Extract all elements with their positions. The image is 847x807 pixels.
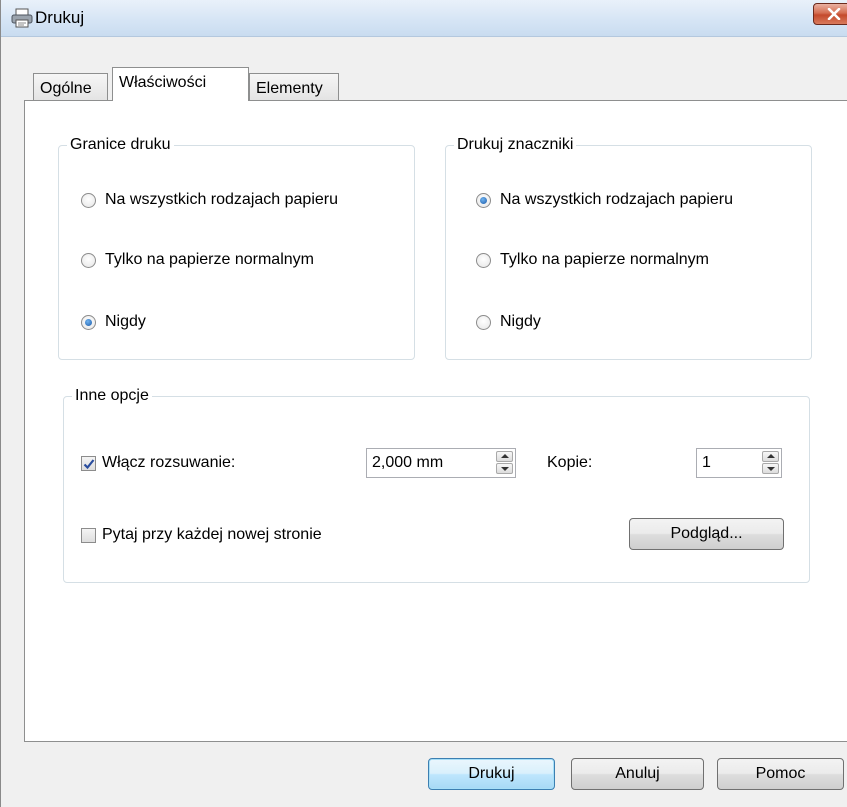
- radio-button[interactable]: [81, 314, 96, 330]
- radio-label: Nigdy: [105, 313, 146, 330]
- print-bounds-option-never[interactable]: Nigdy: [81, 311, 146, 333]
- spread-checkbox[interactable]: [81, 455, 96, 471]
- cancel-button[interactable]: Anuluj: [571, 758, 704, 790]
- print-dialog: Drukuj Ogólne Właściwości Elementy Grani…: [0, 0, 847, 807]
- radio-label: Tylko na papierze normalnym: [105, 251, 314, 268]
- ask-label: Pytaj przy każdej nowej stronie: [102, 526, 322, 543]
- spin-up-button[interactable]: [762, 451, 779, 462]
- radio-label: Nigdy: [500, 313, 541, 330]
- group-title: Drukuj znaczniki: [454, 135, 577, 155]
- printer-icon: [11, 8, 33, 28]
- title-bar[interactable]: Drukuj: [1, 0, 847, 37]
- spread-value: 2,000 mm: [372, 454, 444, 471]
- tab-label: Ogólne: [40, 80, 92, 97]
- help-button[interactable]: Pomoc: [717, 758, 844, 790]
- print-bounds-group: Granice druku Na wszystkich rodzajach pa…: [58, 135, 415, 360]
- print-bounds-option-normal[interactable]: Tylko na papierze normalnym: [81, 249, 314, 271]
- group-title: Granice druku: [67, 135, 174, 155]
- close-icon: [827, 8, 841, 20]
- radio-label: Tylko na papierze normalnym: [500, 251, 709, 268]
- print-button[interactable]: Drukuj: [428, 758, 555, 790]
- ask-checkbox[interactable]: [81, 527, 96, 543]
- checkmark-icon: [83, 458, 95, 469]
- spin-down-button[interactable]: [496, 463, 513, 474]
- copies-spin-buttons: [762, 451, 779, 475]
- tab-label: Właściwości: [119, 74, 207, 91]
- close-button[interactable]: [813, 3, 847, 25]
- radio-button[interactable]: [476, 192, 491, 208]
- copies-spinner[interactable]: 1: [696, 448, 782, 478]
- ask-checkbox-row[interactable]: Pytaj przy każdej nowej stronie: [81, 524, 322, 546]
- other-options-group: Inne opcje Włącz rozsuwanie: 2,000 mm Ko…: [63, 386, 810, 583]
- radio-button[interactable]: [476, 252, 491, 268]
- copies-label: Kopie:: [547, 454, 593, 471]
- radio-button[interactable]: [476, 314, 491, 330]
- print-marks-group: Drukuj znaczniki Na wszystkich rodzajach…: [445, 135, 812, 360]
- window-title: Drukuj: [35, 8, 85, 27]
- print-marks-option-normal[interactable]: Tylko na papierze normalnym: [476, 249, 709, 271]
- tab-label: Elementy: [256, 80, 323, 97]
- tab-panel-properties: Granice druku Na wszystkich rodzajach pa…: [24, 100, 847, 742]
- spread-spin-buttons: [496, 451, 513, 475]
- radio-label: Na wszystkich rodzajach papieru: [105, 191, 338, 208]
- preview-button[interactable]: Podgląd...: [629, 518, 784, 550]
- tab-general[interactable]: Ogólne: [33, 73, 108, 101]
- spread-spinner[interactable]: 2,000 mm: [366, 448, 516, 478]
- radio-button[interactable]: [81, 192, 96, 208]
- tab-elements[interactable]: Elementy: [249, 73, 339, 101]
- spin-down-button[interactable]: [762, 463, 779, 474]
- print-bounds-option-all[interactable]: Na wszystkich rodzajach papieru: [81, 189, 338, 211]
- spread-checkbox-row[interactable]: Włącz rozsuwanie:: [81, 452, 235, 474]
- print-marks-option-never[interactable]: Nigdy: [476, 311, 541, 333]
- group-title: Inne opcje: [72, 386, 152, 406]
- radio-button[interactable]: [81, 252, 96, 268]
- tab-properties[interactable]: Właściwości: [112, 67, 249, 101]
- radio-label: Na wszystkich rodzajach papieru: [500, 191, 733, 208]
- print-marks-option-all[interactable]: Na wszystkich rodzajach papieru: [476, 189, 733, 211]
- copies-value: 1: [702, 454, 711, 471]
- spread-label: Włącz rozsuwanie:: [102, 454, 236, 471]
- spin-up-button[interactable]: [496, 451, 513, 462]
